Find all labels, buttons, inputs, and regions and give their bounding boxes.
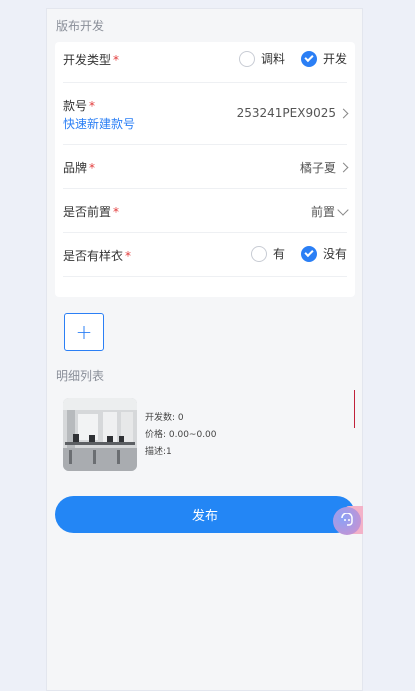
front-value: 前置 xyxy=(310,205,335,219)
section-title: 版布开发 xyxy=(56,19,105,33)
office-photo-image xyxy=(63,398,137,471)
radio-option-you[interactable]: 有 xyxy=(250,245,285,262)
style-no-label: 款号 * xyxy=(63,99,96,113)
description-text: 描述:1 xyxy=(145,447,172,457)
brand-select[interactable]: 橘子夏 xyxy=(299,159,349,176)
quick-create-style-link[interactable]: 快速新建款号 xyxy=(63,115,135,132)
radio-checked-icon[interactable] xyxy=(300,245,317,262)
main-panel: 版布开发 开发类型 * 调料 开发 款号 * 快速新建款号 253241PEX902… xyxy=(46,8,363,691)
publish-button[interactable]: 发布 xyxy=(55,496,355,533)
price-text: 价格: 0.00~0.00 xyxy=(145,430,217,440)
chevron-right-icon xyxy=(338,108,349,118)
chevron-down-icon xyxy=(337,204,349,216)
dev-type-label: 开发类型 * xyxy=(63,53,120,67)
row-front: 是否前置 * 前置 xyxy=(63,188,349,233)
style-no-value: 253241PEX9025 xyxy=(236,106,336,120)
radio-circle[interactable] xyxy=(238,50,255,67)
product-thumbnail xyxy=(63,398,137,471)
brand-value: 橘子夏 xyxy=(299,161,336,175)
row-sample: 是否有样衣 * 有 没有 xyxy=(63,232,347,277)
radio-checked-icon[interactable] xyxy=(300,50,317,67)
radio-option-kaifa[interactable]: 开发 xyxy=(300,50,347,67)
red-marker-line xyxy=(354,390,355,428)
row-dev-type: 开发类型 * 调料 开发 xyxy=(63,42,347,83)
radio-circle[interactable] xyxy=(250,245,267,262)
add-image-button[interactable]: + xyxy=(64,313,104,351)
chevron-right-icon xyxy=(338,162,349,173)
radio-option-tiaoliao[interactable]: 调料 xyxy=(238,50,285,67)
row-brand: 品牌 * 橘子夏 xyxy=(63,144,349,189)
form-card: 开发类型 * 调料 开发 款号 * 快速新建款号 253241PEX9025 品牌 *… xyxy=(55,42,355,297)
detail-list-title: 明细列表 xyxy=(56,369,105,383)
sample-label: 是否有样衣 * xyxy=(63,249,132,263)
row-style-no: 款号 * 快速新建款号 253241PEX9025 xyxy=(63,82,349,145)
sample-radios: 有 没有 xyxy=(235,245,347,262)
front-label: 是否前置 * xyxy=(63,205,120,219)
assistant-icon xyxy=(341,513,353,526)
dev-type-radios: 调料 开发 xyxy=(223,50,347,67)
radio-option-meiyou[interactable]: 没有 xyxy=(300,245,347,262)
assistant-float-icon[interactable] xyxy=(333,507,361,535)
style-no-select[interactable]: 253241PEX9025 xyxy=(236,106,349,120)
brand-label: 品牌 * xyxy=(63,161,96,175)
front-select[interactable]: 前置 xyxy=(310,203,349,220)
dev-count-text: 开发数: 0 xyxy=(145,413,184,423)
